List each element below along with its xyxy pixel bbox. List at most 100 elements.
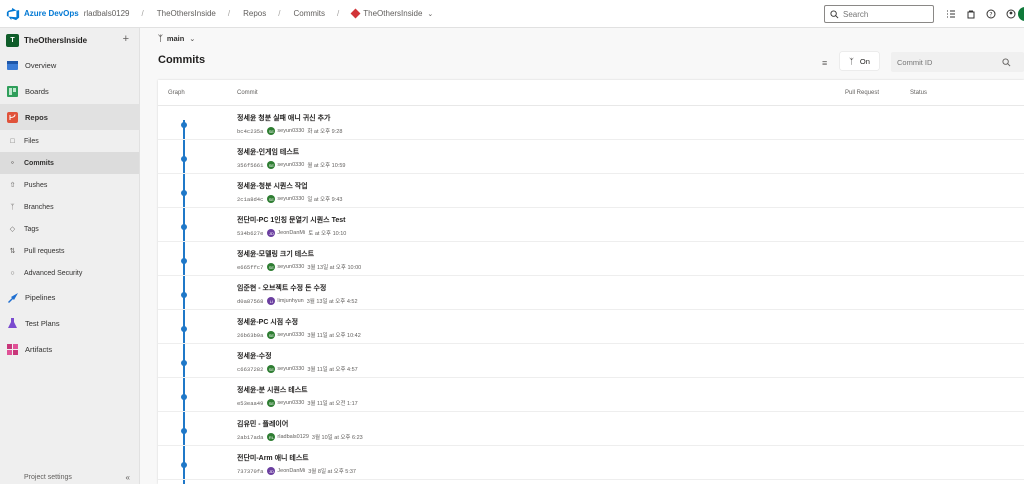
marketplace-bag-icon[interactable] xyxy=(964,7,978,21)
sidebar-item-boards[interactable]: Boards xyxy=(0,78,139,104)
commit-author: seyun0330 xyxy=(277,332,305,338)
commit-message[interactable]: 임준현 - 오브젝트 수정 돈 수정 xyxy=(237,283,326,293)
branch-selector[interactable]: ᛉ main ⌄ xyxy=(158,34,195,43)
commit-message[interactable]: 정세윤-인게임 테스트 xyxy=(237,147,299,157)
commit-meta: e53eaa49 SE seyun0330 3월 11일 at 오전 1:17 xyxy=(237,399,358,407)
table-row[interactable]: 정세윤-인게임 테스트 356f5661 SE seyun0330 월 at 오… xyxy=(158,140,1024,174)
table-row[interactable]: 정세윤-분 시퀀스 테스트 e53eaa49 SE seyun0330 3월 1… xyxy=(158,378,1024,412)
add-icon[interactable]: + xyxy=(123,33,129,45)
commit-graph-node xyxy=(181,224,187,230)
commit-message[interactable]: 정세윤 청분 실패 애니 귀신 추가 xyxy=(237,113,330,123)
shield-icon: ○ xyxy=(10,269,15,277)
breadcrumb-org[interactable]: rladbals0129 xyxy=(84,9,130,18)
commit-meta: e665ffc7 SE seyun0330 3월 13일 at 오후 10:00 xyxy=(237,263,361,271)
table-row[interactable]: 임준현 - 오브젝트 수정 돈 수정 d0a87568 LI limjunhyu… xyxy=(158,276,1024,310)
sidebar-subitem-commits[interactable]: ⚬ Commits xyxy=(0,152,139,174)
commit-message[interactable]: 정세윤-분 시퀀스 테스트 xyxy=(237,385,308,395)
commit-graph-node xyxy=(181,190,187,196)
sidebar-subitem-advanced-security[interactable]: ○ Advanced Security xyxy=(0,262,139,284)
project-settings-link[interactable]: Project settings « xyxy=(0,473,140,484)
commits-table: Graph Commit Pull Request Status 정세윤 청분 … xyxy=(158,80,1024,484)
table-row[interactable]: 정세윤-수정 c6637282 SE seyun0330 3월 11일 at 오… xyxy=(158,344,1024,378)
sidebar-item-label: Test Plans xyxy=(25,318,60,328)
sidebar-subitem-pull-requests[interactable]: ⇅ Pull requests xyxy=(0,240,139,262)
commit-icon: ⚬ xyxy=(9,160,16,167)
sidebar-subitem-branches[interactable]: ᛉ Branches xyxy=(0,196,139,218)
breadcrumb-repo-selector[interactable]: TheOthersInside ⌄ xyxy=(350,8,433,19)
sidebar-item-artifacts[interactable]: Artifacts xyxy=(0,336,139,362)
breadcrumb-separator: / xyxy=(337,9,340,18)
sidebar-subitem-tags[interactable]: ◇ Tags xyxy=(0,218,139,240)
table-row[interactable]: 전단미-Arm 애니 테스트 737370fa JD JeonDanMi 3월 … xyxy=(158,446,1024,480)
collapse-sidebar-icon[interactable]: « xyxy=(126,473,130,482)
commit-hash[interactable]: 534b627e xyxy=(237,230,263,237)
commit-meta: d0a87568 LI limjunhyun 3월 13일 at 오후 4:52 xyxy=(237,297,358,305)
breadcrumb-project[interactable]: TheOthersInside xyxy=(157,9,216,18)
sidebar-item-label: Boards xyxy=(25,86,49,96)
table-row[interactable]: 김유민 - 플레이어 2ab17ada RL rladbals0129 3월 1… xyxy=(158,412,1024,446)
column-header-graph: Graph xyxy=(168,90,185,96)
sidebar-item-pipelines[interactable]: Pipelines xyxy=(0,284,139,310)
commit-message[interactable]: 정세윤-청분 시퀀스 작업 xyxy=(237,181,308,191)
help-icon[interactable]: ? xyxy=(984,7,998,21)
commit-message[interactable]: 정세윤-PC 시점 수정 xyxy=(237,317,298,327)
commit-author: seyun0330 xyxy=(277,264,305,270)
commit-hash[interactable]: e665ffc7 xyxy=(237,264,263,271)
commit-hash[interactable]: c6637282 xyxy=(237,366,263,373)
breadcrumb-separator: / xyxy=(278,9,281,18)
commit-message[interactable]: 전단미-Arm 애니 테스트 xyxy=(237,453,309,463)
commit-date: 화 at 오후 9:28 xyxy=(307,129,343,135)
search-icon xyxy=(830,9,839,18)
commit-id-search[interactable] xyxy=(891,52,1024,72)
commit-hash[interactable]: 2ab17ada xyxy=(237,434,263,441)
commit-meta: 2ab17ada RL rladbals0129 3월 10일 at 오후 6:… xyxy=(237,433,363,441)
commit-id-input[interactable] xyxy=(897,57,1002,67)
sidebar-subitem-pushes[interactable]: ⇧ Pushes xyxy=(0,174,139,196)
commit-graph-node xyxy=(181,258,187,264)
sidebar-subitem-label: Commits xyxy=(24,159,54,167)
table-row[interactable]: 정세윤-PC 시점 수정 26b63b9a SE seyun0330 3월 11… xyxy=(158,310,1024,344)
task-list-icon[interactable] xyxy=(944,7,958,21)
pull-request-icon: ⇅ xyxy=(9,248,16,255)
sidebar-item-test-plans[interactable]: Test Plans xyxy=(0,310,139,336)
commit-message[interactable]: 정세윤-모델링 크기 테스트 xyxy=(237,249,314,259)
artifacts-icon xyxy=(6,343,19,356)
brand-link[interactable]: Azure DevOps xyxy=(24,9,79,18)
table-row[interactable]: 정세윤 청분 실패 애니 귀신 추가 bc4c235a SE seyun0330… xyxy=(158,106,1024,140)
sidebar-item-repos[interactable]: Repos xyxy=(0,104,139,130)
breadcrumb-repos[interactable]: Repos xyxy=(243,9,266,18)
sidebar-subitem-label: Files xyxy=(24,137,39,145)
commit-hash[interactable]: 356f5661 xyxy=(237,162,263,169)
commit-hash[interactable]: 26b63b9a xyxy=(237,332,263,339)
project-header[interactable]: T TheOthersInside + xyxy=(0,28,139,52)
commit-date: 일 at 오후 9:43 xyxy=(307,197,343,203)
commit-hash[interactable]: 2c1a8d4c xyxy=(237,196,263,203)
global-search-box[interactable] xyxy=(824,5,934,23)
filter-icon[interactable]: ≡ xyxy=(822,58,827,68)
repos-icon xyxy=(6,111,19,124)
table-row[interactable]: 정세윤-청분 시퀀스 작업 2c1a8d4c SE seyun0330 일 at… xyxy=(158,174,1024,208)
author-avatar: JD xyxy=(267,229,276,237)
sidebar-item-overview[interactable]: Overview xyxy=(0,52,139,78)
commit-hash[interactable]: d0a87568 xyxy=(237,298,263,305)
commit-meta: 737370fa JD JeonDanMi 3월 8일 at 오후 5:37 xyxy=(237,467,356,475)
table-row[interactable]: 전단미-PC 1인칭 문열기 시퀀스 Test 534b627e JD Jeon… xyxy=(158,208,1024,242)
commit-message[interactable]: 전단미-PC 1인칭 문열기 시퀀스 Test xyxy=(237,215,345,225)
commit-hash[interactable]: 737370fa xyxy=(237,468,263,475)
branch-name: main xyxy=(166,34,185,43)
sidebar-subitem-files[interactable]: □ Files xyxy=(0,130,139,152)
global-search-input[interactable] xyxy=(843,9,931,19)
user-settings-icon[interactable] xyxy=(1004,7,1018,21)
overview-icon xyxy=(6,59,19,72)
commit-date: 3월 11일 at 오후 10:42 xyxy=(307,333,361,339)
commit-message[interactable]: 정세윤-수정 xyxy=(237,351,272,361)
commit-message[interactable]: 김유민 - 플레이어 xyxy=(237,419,288,429)
graph-toggle-button[interactable]: ᛉ On xyxy=(840,52,879,70)
commit-author: JeonDanMi xyxy=(277,468,306,474)
breadcrumb-commits[interactable]: Commits xyxy=(293,9,325,18)
table-row[interactable]: 정세윤-모델링 크기 테스트 e665ffc7 SE seyun0330 3월 … xyxy=(158,242,1024,276)
commit-hash[interactable]: bc4c235a xyxy=(237,128,263,135)
commit-hash[interactable]: e53eaa49 xyxy=(237,400,263,407)
azure-devops-logo-icon[interactable] xyxy=(6,7,20,21)
git-repo-icon xyxy=(350,8,361,19)
